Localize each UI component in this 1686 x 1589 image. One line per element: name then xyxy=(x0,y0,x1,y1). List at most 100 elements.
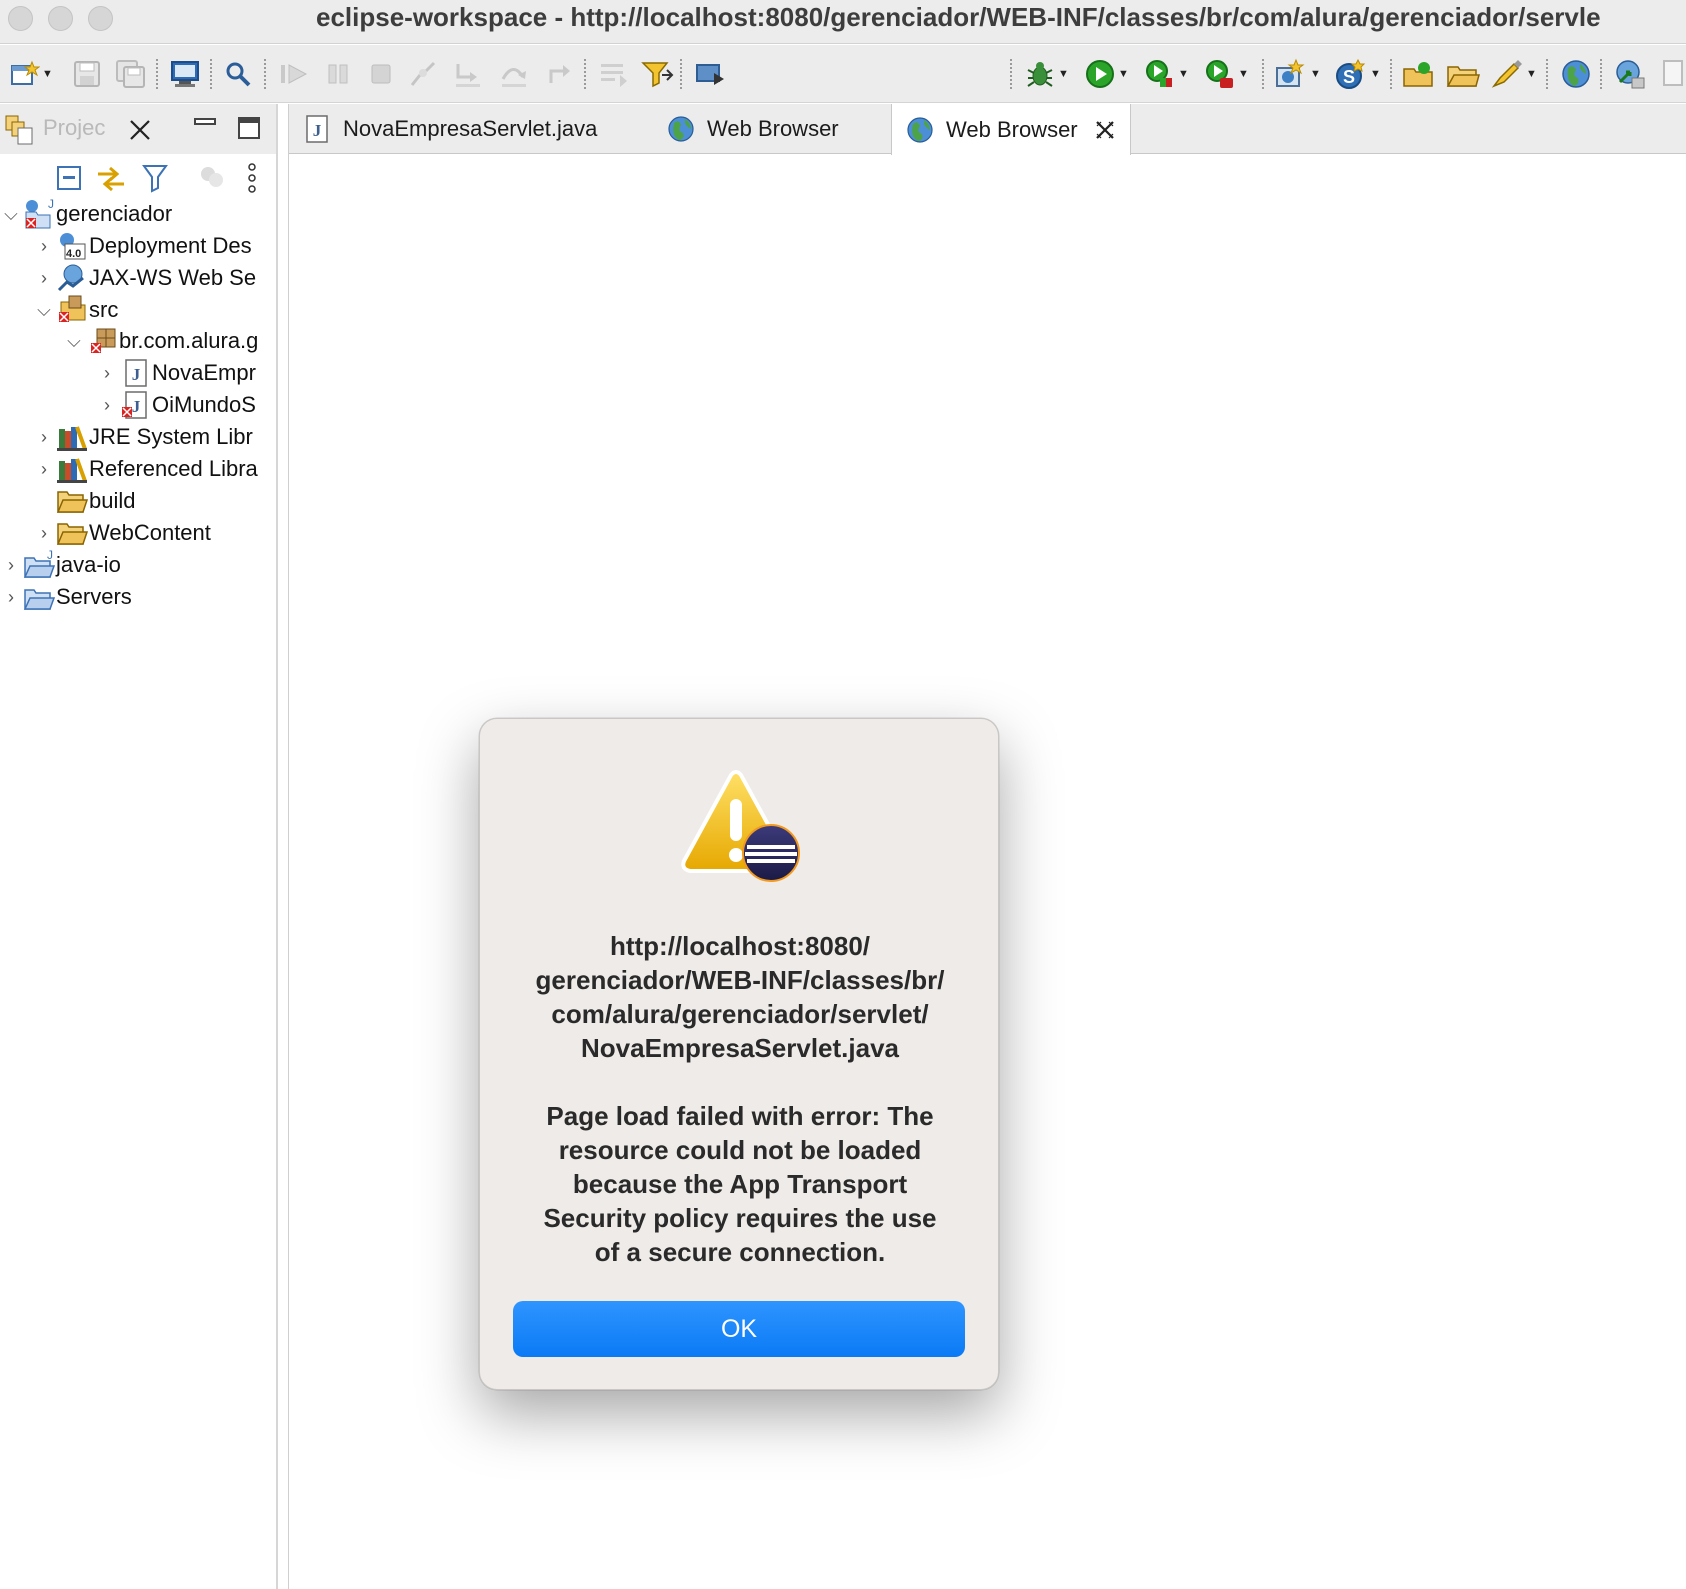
tree-item-novaempresa[interactable]: › J NovaEmpr xyxy=(96,357,256,389)
chevron-right-icon[interactable]: › xyxy=(33,459,55,480)
expanded-chevron-icon[interactable]: ⌵ xyxy=(63,331,85,352)
project-explorer-header: Projec xyxy=(0,104,276,154)
folder-icon xyxy=(55,518,89,548)
terminate-button[interactable] xyxy=(367,58,395,90)
deploy-button[interactable] xyxy=(1614,58,1648,90)
svg-text:J: J xyxy=(132,365,141,384)
library-icon xyxy=(55,454,89,484)
use-step-filters-icon xyxy=(641,62,674,88)
tree-item-build[interactable]: build xyxy=(33,485,135,517)
drop-to-frame-button[interactable] xyxy=(598,58,630,90)
tab-web-browser-2[interactable]: Web Browser xyxy=(891,104,1131,155)
tree-item-jaxws[interactable]: › JAX-WS Web Se xyxy=(33,262,256,294)
focus-on-active-task-icon[interactable] xyxy=(198,164,226,192)
chevron-right-icon[interactable]: › xyxy=(33,427,55,448)
debug-button[interactable]: ▼ xyxy=(1024,58,1069,90)
tab-novaempresaservlet[interactable]: J NovaEmpresaServlet.java xyxy=(301,104,597,154)
external-tools-button[interactable]: ▼ xyxy=(1204,58,1249,90)
filter-icon[interactable] xyxy=(141,162,169,194)
open-folder-button[interactable] xyxy=(1446,58,1480,90)
project-explorer-title[interactable]: Projec xyxy=(43,115,105,141)
chevron-right-icon[interactable]: › xyxy=(33,268,55,289)
step-into-button[interactable] xyxy=(452,58,484,90)
view-menu-icon[interactable] xyxy=(246,162,258,194)
chevron-right-icon[interactable]: › xyxy=(0,587,22,608)
new-web-service-button[interactable]: S ▼ xyxy=(1334,58,1381,90)
ok-button[interactable]: OK xyxy=(513,1301,965,1357)
tree-item-src[interactable]: ⌵ src xyxy=(33,294,118,326)
use-step-filters-button[interactable] xyxy=(640,58,674,90)
run-icon xyxy=(1086,60,1114,88)
chevron-right-icon[interactable]: › xyxy=(0,555,22,576)
chevron-right-icon[interactable]: › xyxy=(96,363,118,384)
highlighter-button[interactable]: ▼ xyxy=(1490,58,1537,90)
terminate-icon xyxy=(371,64,391,84)
close-icon[interactable] xyxy=(1094,119,1116,141)
open-type-icon xyxy=(1403,62,1433,87)
tree-item-label: Deployment Des xyxy=(89,233,252,258)
tab-label: Web Browser xyxy=(707,116,839,141)
tree-item-servers[interactable]: › Servers xyxy=(0,581,132,613)
svg-text:4.0: 4.0 xyxy=(66,248,81,260)
chevron-right-icon[interactable]: › xyxy=(96,395,118,416)
error-alert-dialog: http://localhost:8080/ gerenciador/WEB-I… xyxy=(479,718,999,1390)
save-all-icon xyxy=(116,60,145,88)
disconnect-button[interactable] xyxy=(408,58,438,90)
svg-text:S: S xyxy=(1343,67,1355,87)
project-explorer-panel: Projec ⌵ J gerenciador › 4.0 Deployment … xyxy=(0,104,278,1589)
run-button[interactable]: ▼ xyxy=(1084,58,1129,90)
dialog-error-message: Page load failed with error: The resourc… xyxy=(543,1101,937,1267)
chevron-right-icon[interactable]: › xyxy=(33,236,55,257)
tree-item-label: NovaEmpr xyxy=(152,360,256,385)
tab-web-browser-1[interactable]: Web Browser xyxy=(665,104,839,154)
zoom-window-button[interactable] xyxy=(88,6,113,31)
tree-item-jre[interactable]: › JRE System Libr xyxy=(33,421,253,453)
library-icon xyxy=(55,422,89,452)
close-window-button[interactable] xyxy=(8,6,33,31)
step-over-icon xyxy=(501,68,526,87)
warning-icon xyxy=(681,770,800,882)
chevron-right-icon[interactable]: › xyxy=(33,523,55,544)
expanded-chevron-icon[interactable]: ⌵ xyxy=(33,300,55,321)
svg-text:J: J xyxy=(47,549,53,562)
jaxws-icon xyxy=(55,263,89,293)
step-return-button[interactable] xyxy=(543,58,575,90)
globe-icon xyxy=(904,114,936,146)
new-wizard-icon xyxy=(11,60,40,85)
open-perspective-button[interactable] xyxy=(694,58,726,90)
search-button[interactable] xyxy=(224,58,252,90)
close-icon[interactable] xyxy=(128,118,152,142)
coverage-button[interactable]: ▼ xyxy=(1144,58,1189,90)
step-over-button[interactable] xyxy=(498,58,530,90)
tree-item-label: JAX-WS Web Se xyxy=(89,265,257,290)
step-into-icon xyxy=(456,64,480,87)
search-icon xyxy=(226,62,251,87)
minimize-window-button[interactable] xyxy=(48,6,73,31)
web-browser-button[interactable] xyxy=(1560,58,1592,90)
tab-label: Web Browser xyxy=(946,116,1078,142)
link-with-editor-icon[interactable] xyxy=(94,162,128,194)
expanded-chevron-icon[interactable]: ⌵ xyxy=(0,204,22,225)
collapse-all-icon[interactable] xyxy=(55,164,83,192)
open-terminal-button[interactable] xyxy=(170,58,200,90)
tree-item-referenced-libraries[interactable]: › Referenced Libra xyxy=(33,453,258,485)
resume-button[interactable] xyxy=(278,58,310,90)
project-explorer-icon xyxy=(5,115,33,145)
new-wizard-button[interactable]: ▼ xyxy=(10,58,53,90)
tree-item-webcontent[interactable]: › WebContent xyxy=(33,517,211,549)
tree-item-java-io[interactable]: › J java-io xyxy=(0,549,121,581)
new-web-service-icon: S xyxy=(1336,58,1366,89)
maximize-view-icon[interactable] xyxy=(237,116,261,140)
tree-item-gerenciador[interactable]: ⌵ J gerenciador xyxy=(0,198,172,230)
tree-item-oimundo[interactable]: › J OiMundoS xyxy=(96,389,256,421)
tree-item-deployment-descriptor[interactable]: › 4.0 Deployment Des xyxy=(33,230,252,262)
new-java-class-button[interactable]: ▼ xyxy=(1274,58,1321,90)
suspend-button[interactable] xyxy=(324,58,352,90)
save-button[interactable] xyxy=(72,58,102,90)
save-all-button[interactable] xyxy=(115,58,147,90)
minimize-view-icon[interactable] xyxy=(193,116,217,130)
more-toolbar-icon[interactable] xyxy=(1660,58,1686,90)
open-type-button[interactable] xyxy=(1402,58,1436,90)
window-title: eclipse-workspace - http://localhost:808… xyxy=(316,2,1601,32)
tree-item-package[interactable]: ⌵ br.com.alura.g xyxy=(63,325,258,357)
